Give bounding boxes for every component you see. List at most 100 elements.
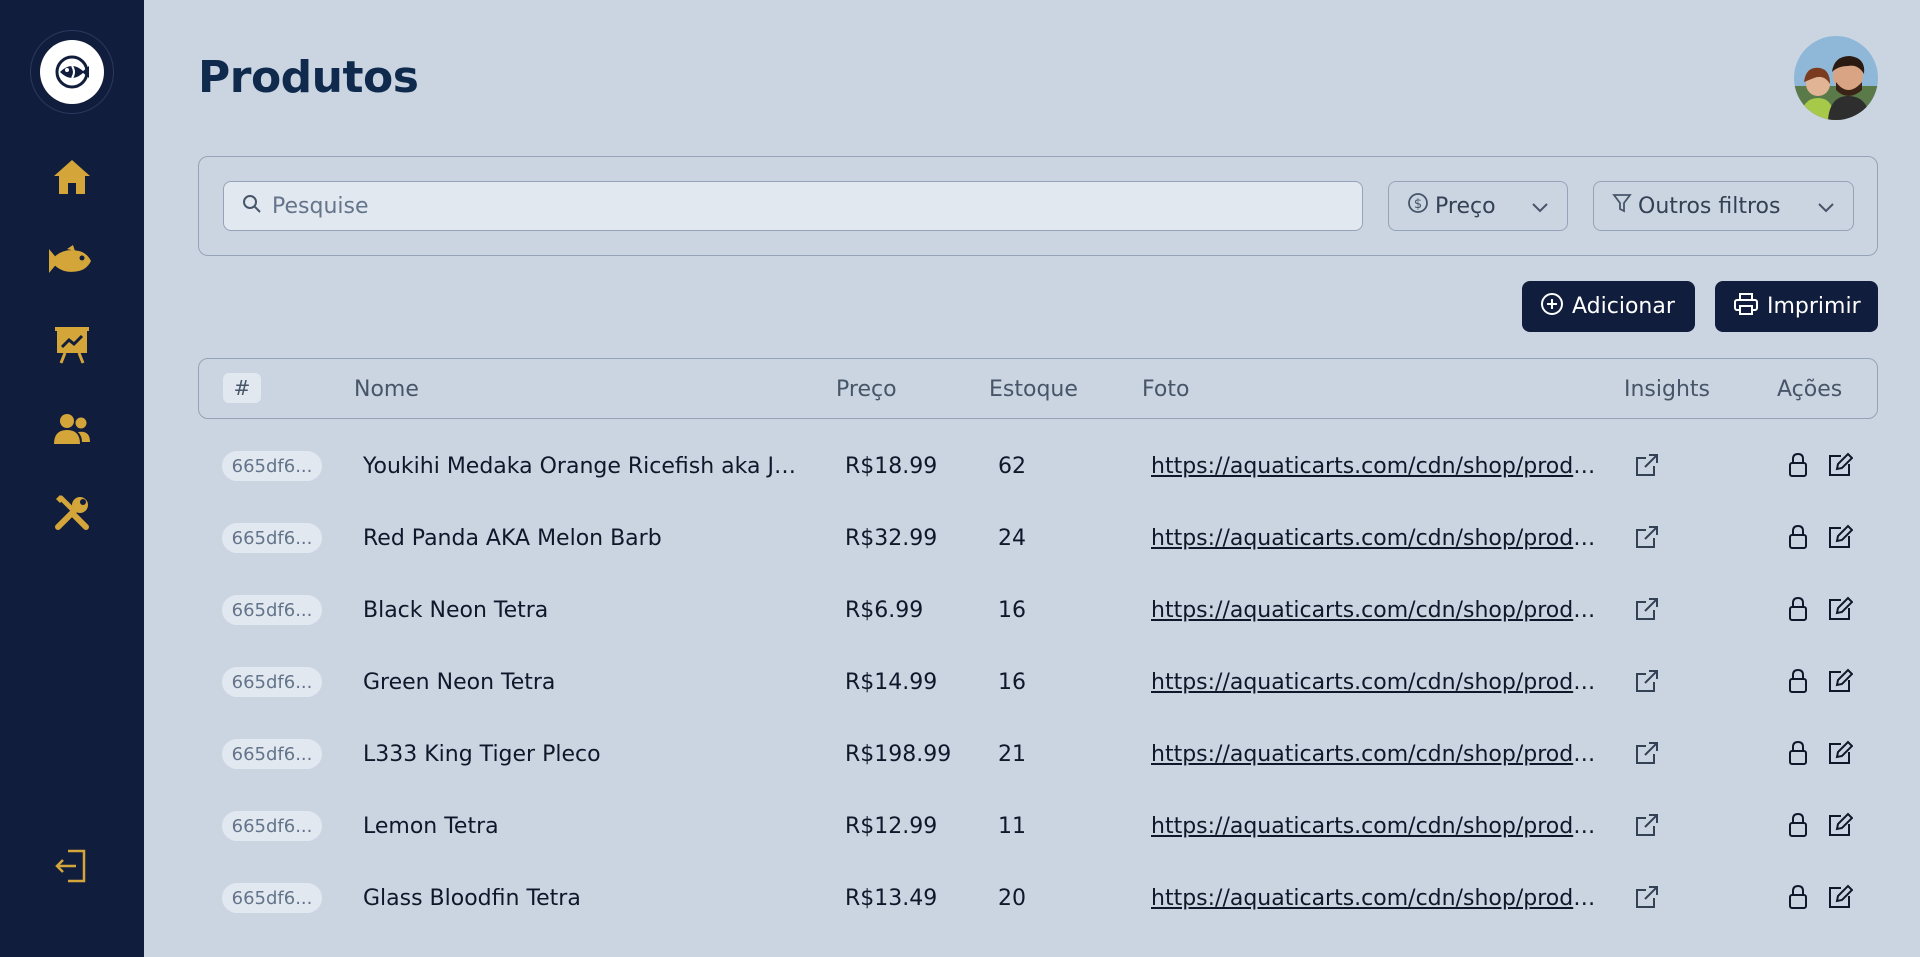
- external-link-icon[interactable]: [1632, 450, 1662, 480]
- product-photo-link[interactable]: https://aquaticarts.com/cdn/shop/produ..…: [1151, 814, 1597, 839]
- price-filter-dropdown[interactable]: $ Preço: [1388, 181, 1568, 231]
- product-id-badge: 665df6...: [222, 811, 322, 841]
- product-stock: 16: [998, 598, 1026, 623]
- product-photo-link[interactable]: https://aquaticarts.com/cdn/shop/produ..…: [1151, 886, 1597, 911]
- external-link-icon[interactable]: [1632, 594, 1662, 624]
- column-header-price[interactable]: Preço: [836, 377, 897, 402]
- product-stock: 24: [998, 526, 1026, 551]
- product-id-badge: 665df6...: [222, 739, 322, 769]
- product-stock: 11: [998, 814, 1026, 839]
- product-price: R$12.99: [845, 814, 938, 839]
- add-button[interactable]: Adicionar: [1522, 281, 1695, 332]
- fish-icon[interactable]: [48, 237, 96, 285]
- product-photo-link[interactable]: https://aquaticarts.com/cdn/shop/produ..…: [1151, 526, 1597, 551]
- edit-icon[interactable]: [1825, 522, 1855, 552]
- sidebar: [0, 0, 144, 957]
- other-filters-label: Outros filtros: [1638, 193, 1781, 219]
- edit-icon[interactable]: [1825, 810, 1855, 840]
- price-filter-label: Preço: [1435, 193, 1496, 219]
- filter-icon: [1612, 192, 1632, 220]
- table-row: 665df6... L333 King Tiger Pleco R$198.99…: [198, 720, 1878, 792]
- table-row: 665df6... Green Neon Tetra R$14.99 16 ht…: [198, 648, 1878, 720]
- logo[interactable]: [30, 30, 114, 114]
- table-row: 665df6... Glass Bloodfin Tetra R$13.49 2…: [198, 864, 1878, 936]
- table-row: 665df6... Black Neon Tetra R$6.99 16 htt…: [198, 576, 1878, 648]
- product-price: R$18.99: [845, 454, 938, 479]
- lock-icon[interactable]: [1783, 810, 1813, 840]
- product-id-badge: 665df6...: [222, 667, 322, 697]
- edit-icon[interactable]: [1825, 666, 1855, 696]
- column-header-actions: Ações: [1777, 377, 1843, 402]
- page-title: Produtos: [198, 52, 419, 103]
- product-price: R$6.99: [845, 598, 924, 623]
- dollar-circle-icon: $: [1407, 192, 1429, 220]
- users-icon[interactable]: [48, 405, 96, 453]
- external-link-icon[interactable]: [1632, 522, 1662, 552]
- add-button-label: Adicionar: [1572, 294, 1675, 319]
- lock-icon[interactable]: [1783, 594, 1813, 624]
- product-price: R$13.49: [845, 886, 938, 911]
- external-link-icon[interactable]: [1632, 666, 1662, 696]
- print-button-label: Imprimir: [1767, 294, 1861, 319]
- chart-board-icon[interactable]: [48, 321, 96, 369]
- print-button[interactable]: Imprimir: [1715, 281, 1878, 332]
- product-name: Black Neon Tetra: [363, 598, 549, 623]
- chevron-down-icon: [1531, 194, 1549, 219]
- external-link-icon[interactable]: [1632, 738, 1662, 768]
- product-price: R$198.99: [845, 742, 952, 767]
- external-link-icon[interactable]: [1632, 810, 1662, 840]
- column-header-name[interactable]: Nome: [354, 377, 419, 402]
- printer-icon: [1733, 292, 1759, 322]
- other-filters-dropdown[interactable]: Outros filtros: [1593, 181, 1854, 231]
- product-name: Green Neon Tetra: [363, 670, 556, 695]
- column-header-insights: Insights: [1624, 377, 1711, 402]
- product-name: Red Panda AKA Melon Barb: [363, 526, 662, 551]
- table-row: 665df6... Lemon Tetra R$12.99 11 https:/…: [198, 792, 1878, 864]
- product-stock: 20: [998, 886, 1026, 911]
- product-photo-link[interactable]: https://aquaticarts.com/cdn/shop/produ..…: [1151, 742, 1597, 767]
- product-stock: 21: [998, 742, 1026, 767]
- external-link-icon[interactable]: [1632, 882, 1662, 912]
- product-photo-link[interactable]: https://aquaticarts.com/cdn/shop/produ..…: [1151, 670, 1597, 695]
- edit-icon[interactable]: [1825, 882, 1855, 912]
- product-name: Glass Bloodfin Tetra: [363, 886, 581, 911]
- filter-bar: $ Preço Outros filtros: [198, 156, 1878, 256]
- product-name: Lemon Tetra: [363, 814, 499, 839]
- table-row: 665df6... Red Panda AKA Melon Barb R$32.…: [198, 504, 1878, 576]
- home-icon[interactable]: [48, 153, 96, 201]
- product-price: R$32.99: [845, 526, 938, 551]
- search-icon: [242, 194, 262, 218]
- logout-icon[interactable]: [48, 842, 96, 890]
- column-header-stock[interactable]: Estoque: [989, 377, 1078, 402]
- column-header-photo[interactable]: Foto: [1142, 377, 1189, 402]
- edit-icon[interactable]: [1825, 594, 1855, 624]
- edit-icon[interactable]: [1825, 450, 1855, 480]
- plus-circle-icon: [1540, 292, 1564, 322]
- lock-icon[interactable]: [1783, 738, 1813, 768]
- product-id-badge: 665df6...: [222, 883, 322, 913]
- lock-icon[interactable]: [1783, 882, 1813, 912]
- search-box[interactable]: [223, 181, 1363, 231]
- column-header-hash[interactable]: #: [223, 373, 261, 403]
- table-row: 665df6... Youkihi Medaka Orange Ricefish…: [198, 432, 1878, 504]
- product-name: L333 King Tiger Pleco: [363, 742, 601, 767]
- product-id-badge: 665df6...: [222, 451, 322, 481]
- product-price: R$14.99: [845, 670, 938, 695]
- product-name: Youkihi Medaka Orange Ricefish aka Jap..…: [363, 454, 808, 479]
- edit-icon[interactable]: [1825, 738, 1855, 768]
- product-id-badge: 665df6...: [222, 523, 322, 553]
- chevron-down-icon: [1817, 194, 1835, 219]
- table-header: # Nome Preço Estoque Foto Insights Ações: [198, 358, 1878, 419]
- fish-logo-icon: [40, 40, 104, 104]
- lock-icon[interactable]: [1783, 522, 1813, 552]
- tools-icon[interactable]: [48, 489, 96, 537]
- product-id-badge: 665df6...: [222, 595, 322, 625]
- product-photo-link[interactable]: https://aquaticarts.com/cdn/shop/produ..…: [1151, 598, 1597, 623]
- product-photo-link[interactable]: https://aquaticarts.com/cdn/shop/produ..…: [1151, 454, 1597, 479]
- search-input[interactable]: [272, 193, 1352, 219]
- product-stock: 62: [998, 454, 1026, 479]
- svg-text:$: $: [1414, 197, 1422, 212]
- lock-icon[interactable]: [1783, 666, 1813, 696]
- avatar[interactable]: [1794, 36, 1878, 120]
- lock-icon[interactable]: [1783, 450, 1813, 480]
